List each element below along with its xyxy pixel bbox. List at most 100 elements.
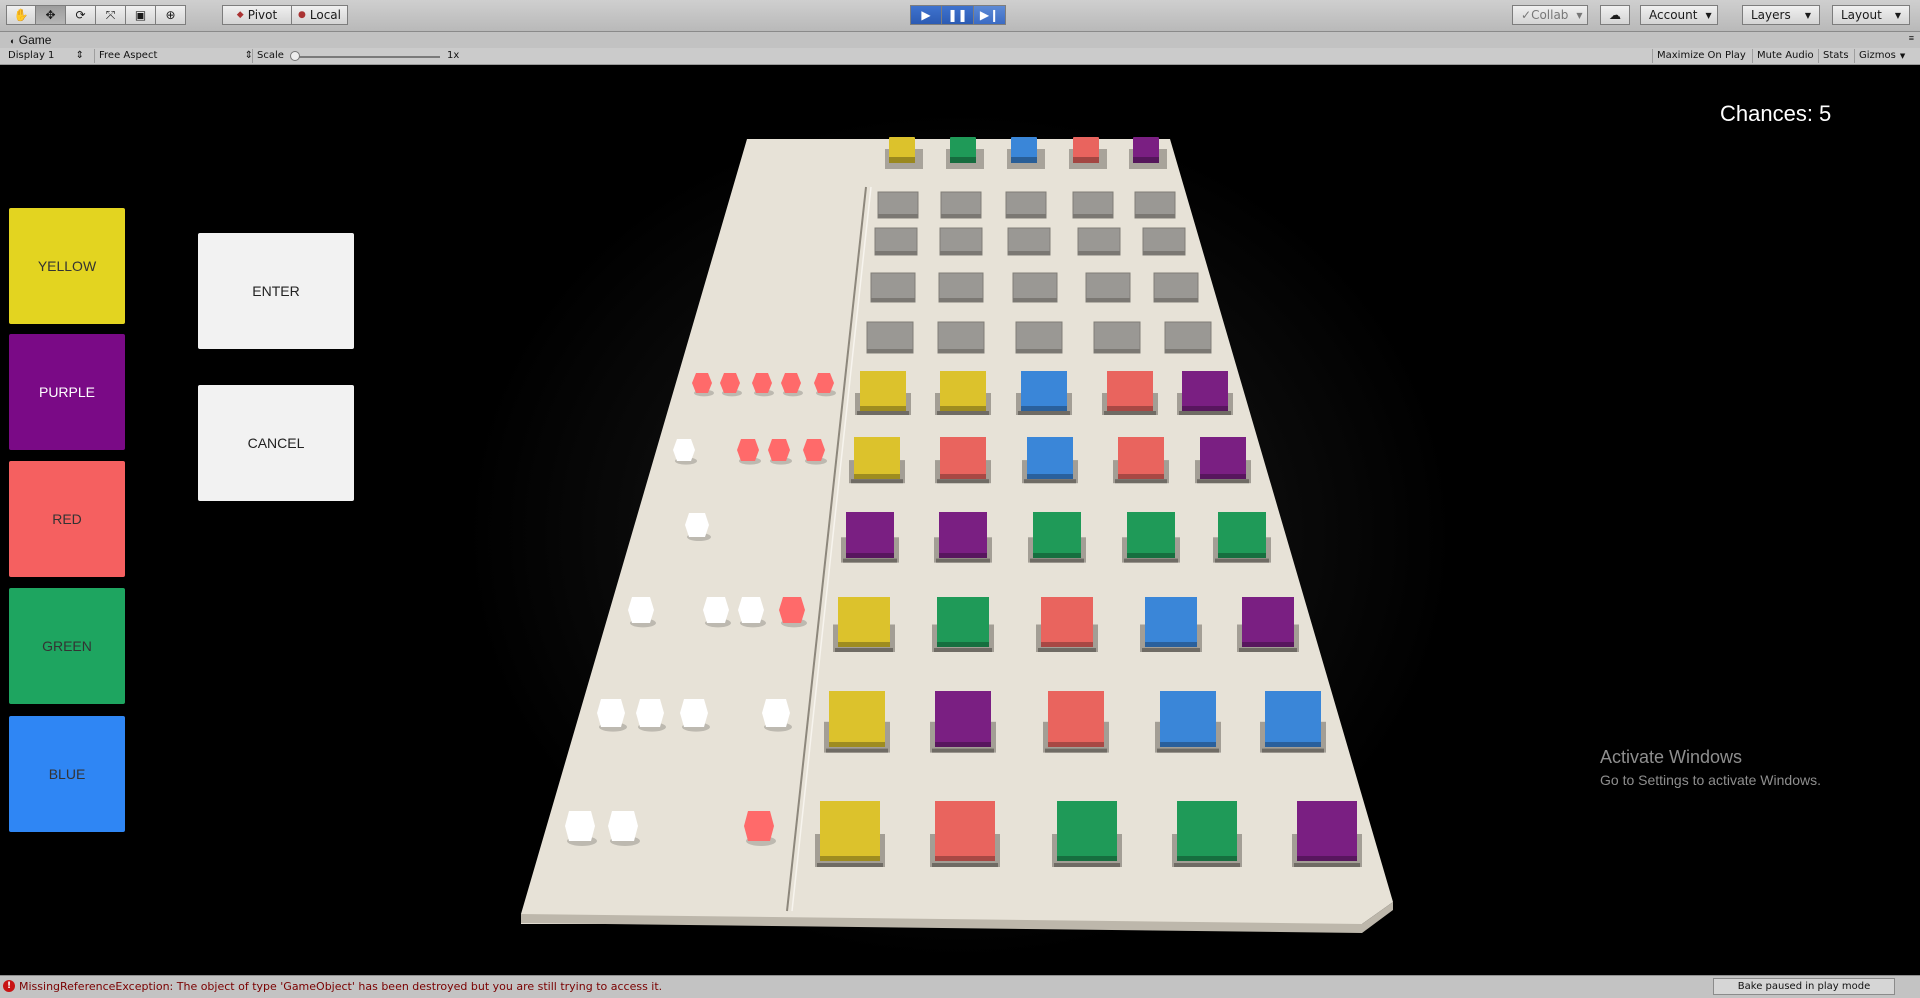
empty-slot bbox=[870, 272, 916, 303]
step-button[interactable]: ▶❙ bbox=[974, 5, 1006, 25]
step-icon: ▶❙ bbox=[979, 8, 1000, 22]
peg-base-shadow bbox=[936, 558, 990, 563]
rotate-tool-icon[interactable]: ⟳ bbox=[66, 5, 96, 25]
guess-peg-shade bbox=[1057, 856, 1117, 861]
green-color-button[interactable]: GREEN bbox=[9, 588, 125, 704]
pivot-button[interactable]: ◆ Pivot bbox=[222, 5, 292, 25]
guess-peg-shade bbox=[1033, 553, 1081, 558]
aspect-dropdown[interactable]: Free Aspect ⇕ bbox=[94, 49, 253, 63]
guess-peg-shade bbox=[1127, 553, 1175, 558]
red-color-button[interactable]: RED bbox=[9, 461, 125, 577]
feedback-peg-red bbox=[720, 373, 740, 393]
secret-peg-shade bbox=[1011, 157, 1037, 163]
move-tool-icon[interactable]: ✥ bbox=[36, 5, 66, 25]
empty-slot bbox=[938, 272, 984, 303]
guess-peg-purple bbox=[935, 691, 991, 747]
feedback-peg-red bbox=[803, 439, 825, 461]
hand-tool-icon[interactable]: ✋ bbox=[6, 5, 36, 25]
scale-tool-icon[interactable]: ⤧ bbox=[96, 5, 126, 25]
pause-button[interactable]: ❚❚ bbox=[942, 5, 974, 25]
pivot-toggles: ◆ Pivot ● Local bbox=[222, 5, 348, 25]
check-icon: ✓ bbox=[1521, 8, 1532, 22]
game-tab-label: Game bbox=[18, 33, 52, 47]
error-icon: ! bbox=[3, 980, 15, 992]
empty-slot-edge bbox=[1154, 298, 1198, 302]
enter-label: ENTER bbox=[252, 283, 300, 299]
guess-peg-red bbox=[940, 437, 986, 479]
peg-base-shadow bbox=[1197, 479, 1249, 484]
feedback-peg-red bbox=[737, 439, 759, 461]
peg-base-shadow bbox=[857, 411, 909, 415]
guess-peg-shade bbox=[937, 642, 989, 647]
mute-audio-toggle[interactable]: Mute Audio bbox=[1752, 49, 1818, 63]
transform-tools: ✋ ✥ ⟳ ⤧ ▣ ⊕ bbox=[6, 5, 186, 25]
empty-slot-edge bbox=[1006, 214, 1046, 218]
chevron-down-icon: ▼ bbox=[1576, 10, 1583, 20]
gizmos-dropdown[interactable]: Gizmos ▼ bbox=[1854, 49, 1909, 63]
peg-base-shadow bbox=[1174, 863, 1240, 867]
empty-slot-edge bbox=[871, 298, 915, 302]
peg-base-shadow bbox=[1142, 648, 1200, 652]
empty-slot-edge bbox=[878, 214, 918, 218]
maximize-on-play-toggle[interactable]: Maximize On Play bbox=[1652, 49, 1750, 63]
activate-windows-subtitle: Go to Settings to activate Windows. bbox=[1600, 772, 1821, 788]
guess-peg-yellow bbox=[838, 597, 890, 647]
empty-slot bbox=[1077, 227, 1121, 256]
scale-label: Scale bbox=[252, 49, 284, 63]
game-tab-bar: ◐ Game ≡ bbox=[0, 32, 1920, 48]
play-button[interactable]: ▶ bbox=[910, 5, 942, 25]
peg-base-shadow bbox=[1038, 648, 1096, 652]
purple-color-button[interactable]: PURPLE bbox=[9, 334, 125, 450]
enter-button[interactable]: ENTER bbox=[198, 233, 354, 349]
cancel-button[interactable]: CANCEL bbox=[198, 385, 354, 501]
blue-color-button[interactable]: BLUE bbox=[9, 716, 125, 832]
display-label: Display 1 bbox=[8, 50, 55, 61]
local-button[interactable]: ● Local bbox=[292, 5, 348, 25]
peg-base-shadow bbox=[1262, 748, 1324, 753]
peg-base-shadow bbox=[937, 411, 989, 415]
guess-peg-green bbox=[1033, 512, 1081, 558]
guess-peg-shade bbox=[854, 474, 900, 479]
guess-peg-red bbox=[935, 801, 995, 861]
scale-slider-thumb[interactable] bbox=[290, 51, 300, 61]
guess-peg-shade bbox=[860, 406, 906, 411]
peg-base-shadow bbox=[1030, 558, 1084, 563]
cloud-button[interactable]: ☁ bbox=[1600, 5, 1630, 25]
console-status-bar[interactable]: ! MissingReferenceException: The object … bbox=[0, 975, 1920, 998]
stats-toggle[interactable]: Stats bbox=[1818, 49, 1853, 63]
feedback-peg-white bbox=[636, 699, 664, 727]
scale-slider-track[interactable] bbox=[295, 56, 440, 58]
empty-slot bbox=[1085, 272, 1131, 303]
feedback-peg-white bbox=[608, 811, 638, 841]
game-view-controls: Display 1 ⇕ Free Aspect ⇕ Scale 1x Maximiz… bbox=[0, 48, 1920, 65]
transform-tool-icon[interactable]: ⊕ bbox=[156, 5, 186, 25]
feedback-peg-red bbox=[781, 373, 801, 393]
guess-peg-shade bbox=[1107, 406, 1153, 411]
empty-slot-edge bbox=[1165, 349, 1211, 353]
rect-tool-icon[interactable]: ▣ bbox=[126, 5, 156, 25]
peg-base-shadow bbox=[1179, 411, 1231, 415]
peg-base-shadow bbox=[1215, 558, 1269, 563]
red-color-label: RED bbox=[52, 511, 82, 527]
secret-peg-shade bbox=[889, 157, 915, 163]
layout-dropdown[interactable]: Layout ▼ bbox=[1832, 5, 1910, 25]
guess-peg-shade bbox=[1041, 642, 1093, 647]
guess-peg-yellow bbox=[820, 801, 880, 861]
game-tab[interactable]: ◐ Game bbox=[10, 33, 51, 47]
feedback-peg-white bbox=[703, 597, 729, 623]
guess-peg-yellow bbox=[829, 691, 885, 747]
layers-dropdown[interactable]: Layers ▼ bbox=[1742, 5, 1820, 25]
chevron-updown-icon: ⇕ bbox=[75, 50, 84, 61]
empty-slot bbox=[1007, 227, 1051, 256]
guess-peg-shade bbox=[1242, 642, 1294, 647]
guess-peg-shade bbox=[838, 642, 890, 647]
account-dropdown[interactable]: Account ▼ bbox=[1640, 5, 1718, 25]
peg-base-shadow bbox=[1115, 479, 1167, 484]
game-tab-icon: ◐ bbox=[10, 36, 16, 46]
panel-menu-icon[interactable]: ≡ bbox=[1909, 33, 1914, 43]
collab-dropdown[interactable]: ✓ Collab ▼ bbox=[1512, 5, 1588, 25]
display-dropdown[interactable]: Display 1 ⇕ bbox=[8, 49, 84, 63]
yellow-color-button[interactable]: YELLOW bbox=[9, 208, 125, 324]
guess-peg-shade bbox=[939, 553, 987, 558]
guess-peg-red bbox=[1041, 597, 1093, 647]
